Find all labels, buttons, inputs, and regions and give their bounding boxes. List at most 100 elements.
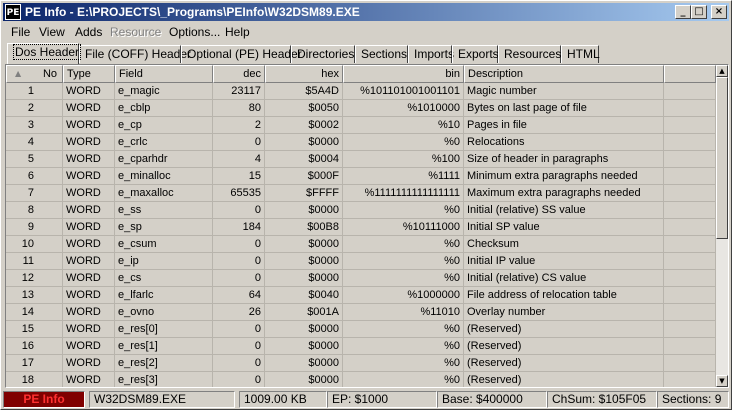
cell-description: (Reserved) xyxy=(464,321,664,338)
column-header-description[interactable]: Description xyxy=(464,65,664,83)
cell-spacer xyxy=(664,83,716,100)
grid-header: ▲ No Type Field dec hex bin Description xyxy=(6,65,716,83)
status-file: W32DSM89.EXE xyxy=(89,391,235,408)
menu-resource[interactable]: Resource xyxy=(110,25,161,39)
cell-no: 9 xyxy=(6,219,63,236)
scroll-thumb[interactable] xyxy=(716,77,728,239)
dos-header-grid[interactable]: ▲ No Type Field dec hex bin Description … xyxy=(5,64,729,388)
close-button[interactable]: × xyxy=(711,5,727,19)
cell-dec: 0 xyxy=(213,270,265,287)
cell-bin: %1010000 xyxy=(343,100,464,117)
title-bar[interactable]: PE PE Info - E:\PROJECTS\_Programs\PEInf… xyxy=(3,3,729,21)
cell-dec: 0 xyxy=(213,372,265,387)
minimize-button[interactable]: _ xyxy=(675,5,691,19)
table-row[interactable]: 9 WORD e_sp 184 $00B8 %10111000 Initial SP val… xyxy=(6,219,716,236)
status-bar: PE Info W32DSM89.EXE 1009.00 KB EP: $100… xyxy=(3,391,729,408)
cell-dec: 26 xyxy=(213,304,265,321)
cell-dec: 0 xyxy=(213,253,265,270)
cell-no: 16 xyxy=(6,338,63,355)
table-row[interactable]: 11 WORD e_ip 0 $0000 %0 Initial IP value xyxy=(6,253,716,270)
table-row[interactable]: 14 WORD e_ovno 26 $001A %11010 Overlay number xyxy=(6,304,716,321)
tab-dos-header[interactable]: Dos Header xyxy=(7,43,82,64)
cell-type: WORD xyxy=(63,117,115,134)
column-header-bin[interactable]: bin xyxy=(343,65,464,83)
cell-description: Initial (relative) SS value xyxy=(464,202,664,219)
cell-description: File address of relocation table xyxy=(464,287,664,304)
scroll-up-icon[interactable]: ▲ xyxy=(716,65,728,77)
column-header-field[interactable]: Field xyxy=(115,65,213,83)
tab-file-coff-header[interactable]: File (COFF) Header xyxy=(79,45,191,63)
cell-spacer xyxy=(664,134,716,151)
table-row[interactable]: 16 WORD e_res[1] 0 $0000 %0 (Reserved) xyxy=(6,338,716,355)
cell-field: e_res[2] xyxy=(115,355,213,372)
cell-type: WORD xyxy=(63,321,115,338)
cell-type: WORD xyxy=(63,83,115,100)
cell-hex: $0000 xyxy=(265,372,343,387)
maximize-button[interactable]: □ xyxy=(691,5,707,19)
cell-hex: $0002 xyxy=(265,117,343,134)
menu-help[interactable]: Help xyxy=(225,25,250,39)
column-header-spacer xyxy=(664,65,716,83)
cell-dec: 2 xyxy=(213,117,265,134)
cell-field: e_cs xyxy=(115,270,213,287)
cell-no: 14 xyxy=(6,304,63,321)
column-header-hex[interactable]: hex xyxy=(265,65,343,83)
cell-dec: 0 xyxy=(213,202,265,219)
column-header-dec[interactable]: dec xyxy=(213,65,265,83)
cell-field: e_csum xyxy=(115,236,213,253)
tab-optional-pe-header[interactable]: Optional (PE) Header xyxy=(181,45,302,63)
cell-description: (Reserved) xyxy=(464,355,664,372)
table-row[interactable]: 10 WORD e_csum 0 $0000 %0 Checksum xyxy=(6,236,716,253)
tab-html[interactable]: HTML xyxy=(561,45,600,63)
tab-exports[interactable]: Exports xyxy=(452,45,499,63)
table-row[interactable]: 7 WORD e_maxalloc 65535 $FFFF %11111111111111… xyxy=(6,185,716,202)
tab-sections[interactable]: Sections xyxy=(355,45,408,63)
cell-no: 4 xyxy=(6,134,63,151)
cell-bin: %10 xyxy=(343,117,464,134)
menu-view[interactable]: View xyxy=(39,25,65,39)
status-entry-point: EP: $1000 xyxy=(327,391,437,408)
cell-hex: $0000 xyxy=(265,236,343,253)
cell-field: e_res[3] xyxy=(115,372,213,387)
column-header-no[interactable]: ▲ No xyxy=(6,65,63,83)
cell-bin: %0 xyxy=(343,321,464,338)
cell-hex: $00B8 xyxy=(265,219,343,236)
tab-resources[interactable]: Resources xyxy=(498,45,561,63)
cell-type: WORD xyxy=(63,270,115,287)
table-row[interactable]: 5 WORD e_cparhdr 4 $0004 %100 Size of header i… xyxy=(6,151,716,168)
cell-field: e_ip xyxy=(115,253,213,270)
table-row[interactable]: 13 WORD e_lfarlc 64 $0040 %1000000 File addres… xyxy=(6,287,716,304)
cell-spacer xyxy=(664,117,716,134)
cell-no: 7 xyxy=(6,185,63,202)
vertical-scrollbar[interactable]: ▲ ▼ xyxy=(716,65,728,387)
table-row[interactable]: 2 WORD e_cblp 80 $0050 %1010000 Bytes on last … xyxy=(6,100,716,117)
table-row[interactable]: 15 WORD e_res[0] 0 $0000 %0 (Reserved) xyxy=(6,321,716,338)
cell-no: 2 xyxy=(6,100,63,117)
status-brand: PE Info xyxy=(3,391,85,408)
table-row[interactable]: 4 WORD e_crlc 0 $0000 %0 Relocations xyxy=(6,134,716,151)
scroll-down-icon[interactable]: ▼ xyxy=(716,375,728,387)
table-row[interactable]: 8 WORD e_ss 0 $0000 %0 Initial (relative) SS v… xyxy=(6,202,716,219)
app-icon[interactable]: PE xyxy=(5,4,21,20)
cell-field: e_ss xyxy=(115,202,213,219)
column-label: No xyxy=(42,68,57,80)
cell-bin: %101101001001101 xyxy=(343,83,464,100)
menu-options[interactable]: Options... xyxy=(169,25,220,39)
table-row[interactable]: 18 WORD e_res[3] 0 $0000 %0 (Reserved) xyxy=(6,372,716,387)
cell-bin: %0 xyxy=(343,355,464,372)
tab-imports[interactable]: Imports xyxy=(408,45,454,63)
cell-no: 12 xyxy=(6,270,63,287)
table-row[interactable]: 12 WORD e_cs 0 $0000 %0 Initial (relative) CS … xyxy=(6,270,716,287)
table-row[interactable]: 3 WORD e_cp 2 $0002 %10 Pages in file xyxy=(6,117,716,134)
cell-spacer xyxy=(664,355,716,372)
cell-spacer xyxy=(664,270,716,287)
table-row[interactable]: 17 WORD e_res[2] 0 $0000 %0 (Reserved) xyxy=(6,355,716,372)
menu-file[interactable]: File xyxy=(11,25,30,39)
tab-directories[interactable]: Directories xyxy=(291,45,355,63)
table-row[interactable]: 1 WORD e_magic 23117 $5A4D %101101001001101 Ma… xyxy=(6,83,716,100)
cell-dec: 65535 xyxy=(213,185,265,202)
cell-hex: $000F xyxy=(265,168,343,185)
menu-adds[interactable]: Adds xyxy=(75,25,102,39)
column-header-type[interactable]: Type xyxy=(63,65,115,83)
table-row[interactable]: 6 WORD e_minalloc 15 $000F %1111 Minimum extra… xyxy=(6,168,716,185)
